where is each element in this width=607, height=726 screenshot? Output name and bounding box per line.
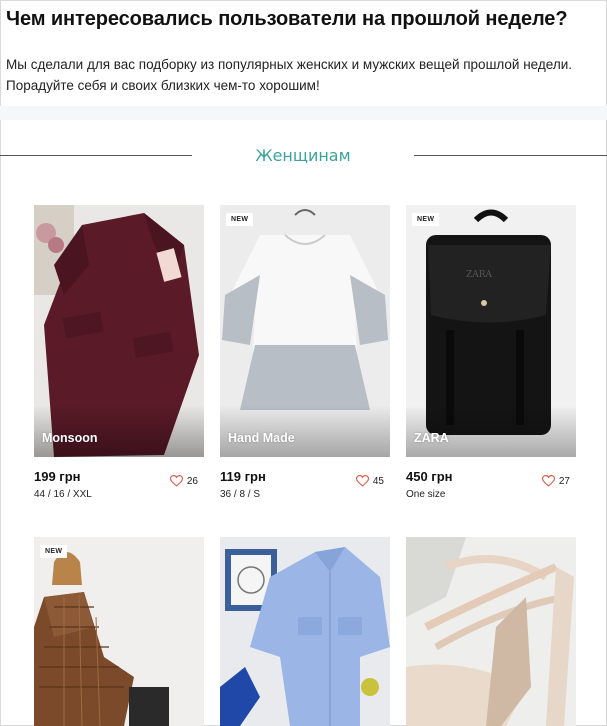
shirt-photo[interactable] xyxy=(220,537,390,726)
size-label: 36 / 8 / S xyxy=(220,489,261,500)
brand-label: Hand Made xyxy=(228,431,295,445)
page-title: Чем интересовались пользователи на прошл… xyxy=(6,8,568,30)
like-count: 27 xyxy=(558,475,570,487)
brand-label: Monsoon xyxy=(42,431,98,445)
svg-text:ZARA: ZARA xyxy=(466,270,493,280)
brand-label: ZARA xyxy=(414,431,449,445)
like-button[interactable]: 26 xyxy=(169,475,198,487)
coat-photo[interactable]: NEW xyxy=(34,537,204,726)
new-badge: NEW xyxy=(412,213,440,226)
product-card[interactable] xyxy=(220,537,390,726)
divider-line-right xyxy=(414,155,607,156)
size-label: 44 / 16 / XXL xyxy=(34,489,92,500)
product-card[interactable]: ZARA NEW ZARA 450 грн One size 27 xyxy=(406,205,576,505)
product-card[interactable]: Monsoon 199 грн 44 / 16 / XXL 26 xyxy=(34,205,204,505)
section-header: Женщинам xyxy=(0,146,607,174)
backpack-photo[interactable]: ZARA NEW ZARA xyxy=(406,205,576,457)
like-count: 26 xyxy=(186,475,198,487)
intro-text: Мы сделали для вас подборку из популярны… xyxy=(6,54,604,96)
intro-line-1: Мы сделали для вас подборку из популярны… xyxy=(6,57,572,72)
product-card[interactable]: NEW xyxy=(34,537,204,726)
heart-icon xyxy=(169,475,183,487)
new-badge: NEW xyxy=(40,545,68,558)
like-button[interactable]: 27 xyxy=(541,475,570,487)
size-label: One size xyxy=(406,489,446,500)
price: 199 грн xyxy=(34,469,81,484)
divider-band xyxy=(0,106,607,120)
dress-photo[interactable]: Monsoon xyxy=(34,205,204,457)
product-card[interactable] xyxy=(406,537,576,726)
heels-photo[interactable] xyxy=(406,537,576,726)
divider-line-left xyxy=(0,155,192,156)
section-title[interactable]: Женщинам xyxy=(192,146,414,165)
like-button[interactable]: 45 xyxy=(355,475,384,487)
price: 119 грн xyxy=(220,469,266,484)
like-count: 45 xyxy=(372,475,384,487)
heart-icon xyxy=(541,475,555,487)
intro-line-2: Порадуйте себя и своих близких чем-то хо… xyxy=(6,78,320,93)
blouse-photo[interactable]: NEW Hand Made xyxy=(220,205,390,457)
price: 450 грн xyxy=(406,469,453,484)
heart-icon xyxy=(355,475,369,487)
product-card[interactable]: NEW Hand Made 119 грн 36 / 8 / S 45 xyxy=(220,205,390,505)
header: Чем интересовались пользователи на прошл… xyxy=(6,6,604,96)
new-badge: NEW xyxy=(226,213,254,226)
